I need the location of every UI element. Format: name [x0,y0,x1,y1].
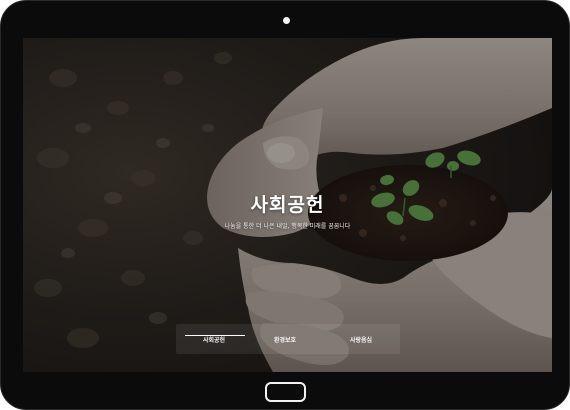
hero-title: 사회공헌 [250,194,325,216]
tab-label: 환경보호 [273,336,297,344]
tab-bar: 사회공헌 환경보호 사랑음심 [176,324,400,354]
camera-dot [283,17,290,24]
tab-label: 사랑음심 [349,336,373,344]
tablet-frame: 사회공헌 나눔을 통한 더 나은 내일, 행복한 미래를 꿈꿉니다 사회공헌 환… [0,0,570,410]
screen: 사회공헌 나눔을 통한 더 나은 내일, 행복한 미래를 꿈꿉니다 사회공헌 환… [23,38,552,372]
home-button[interactable] [265,382,306,402]
active-tab-indicator [185,335,245,336]
tab-social-contribution[interactable]: 사회공헌 [183,324,245,354]
tab-environment-protection[interactable]: 환경보호 [249,324,321,354]
hero-subtitle: 나눔을 통한 더 나은 내일, 행복한 미래를 꿈꿉니다 [224,223,351,230]
tab-love-sharing[interactable]: 사랑음심 [325,324,397,354]
